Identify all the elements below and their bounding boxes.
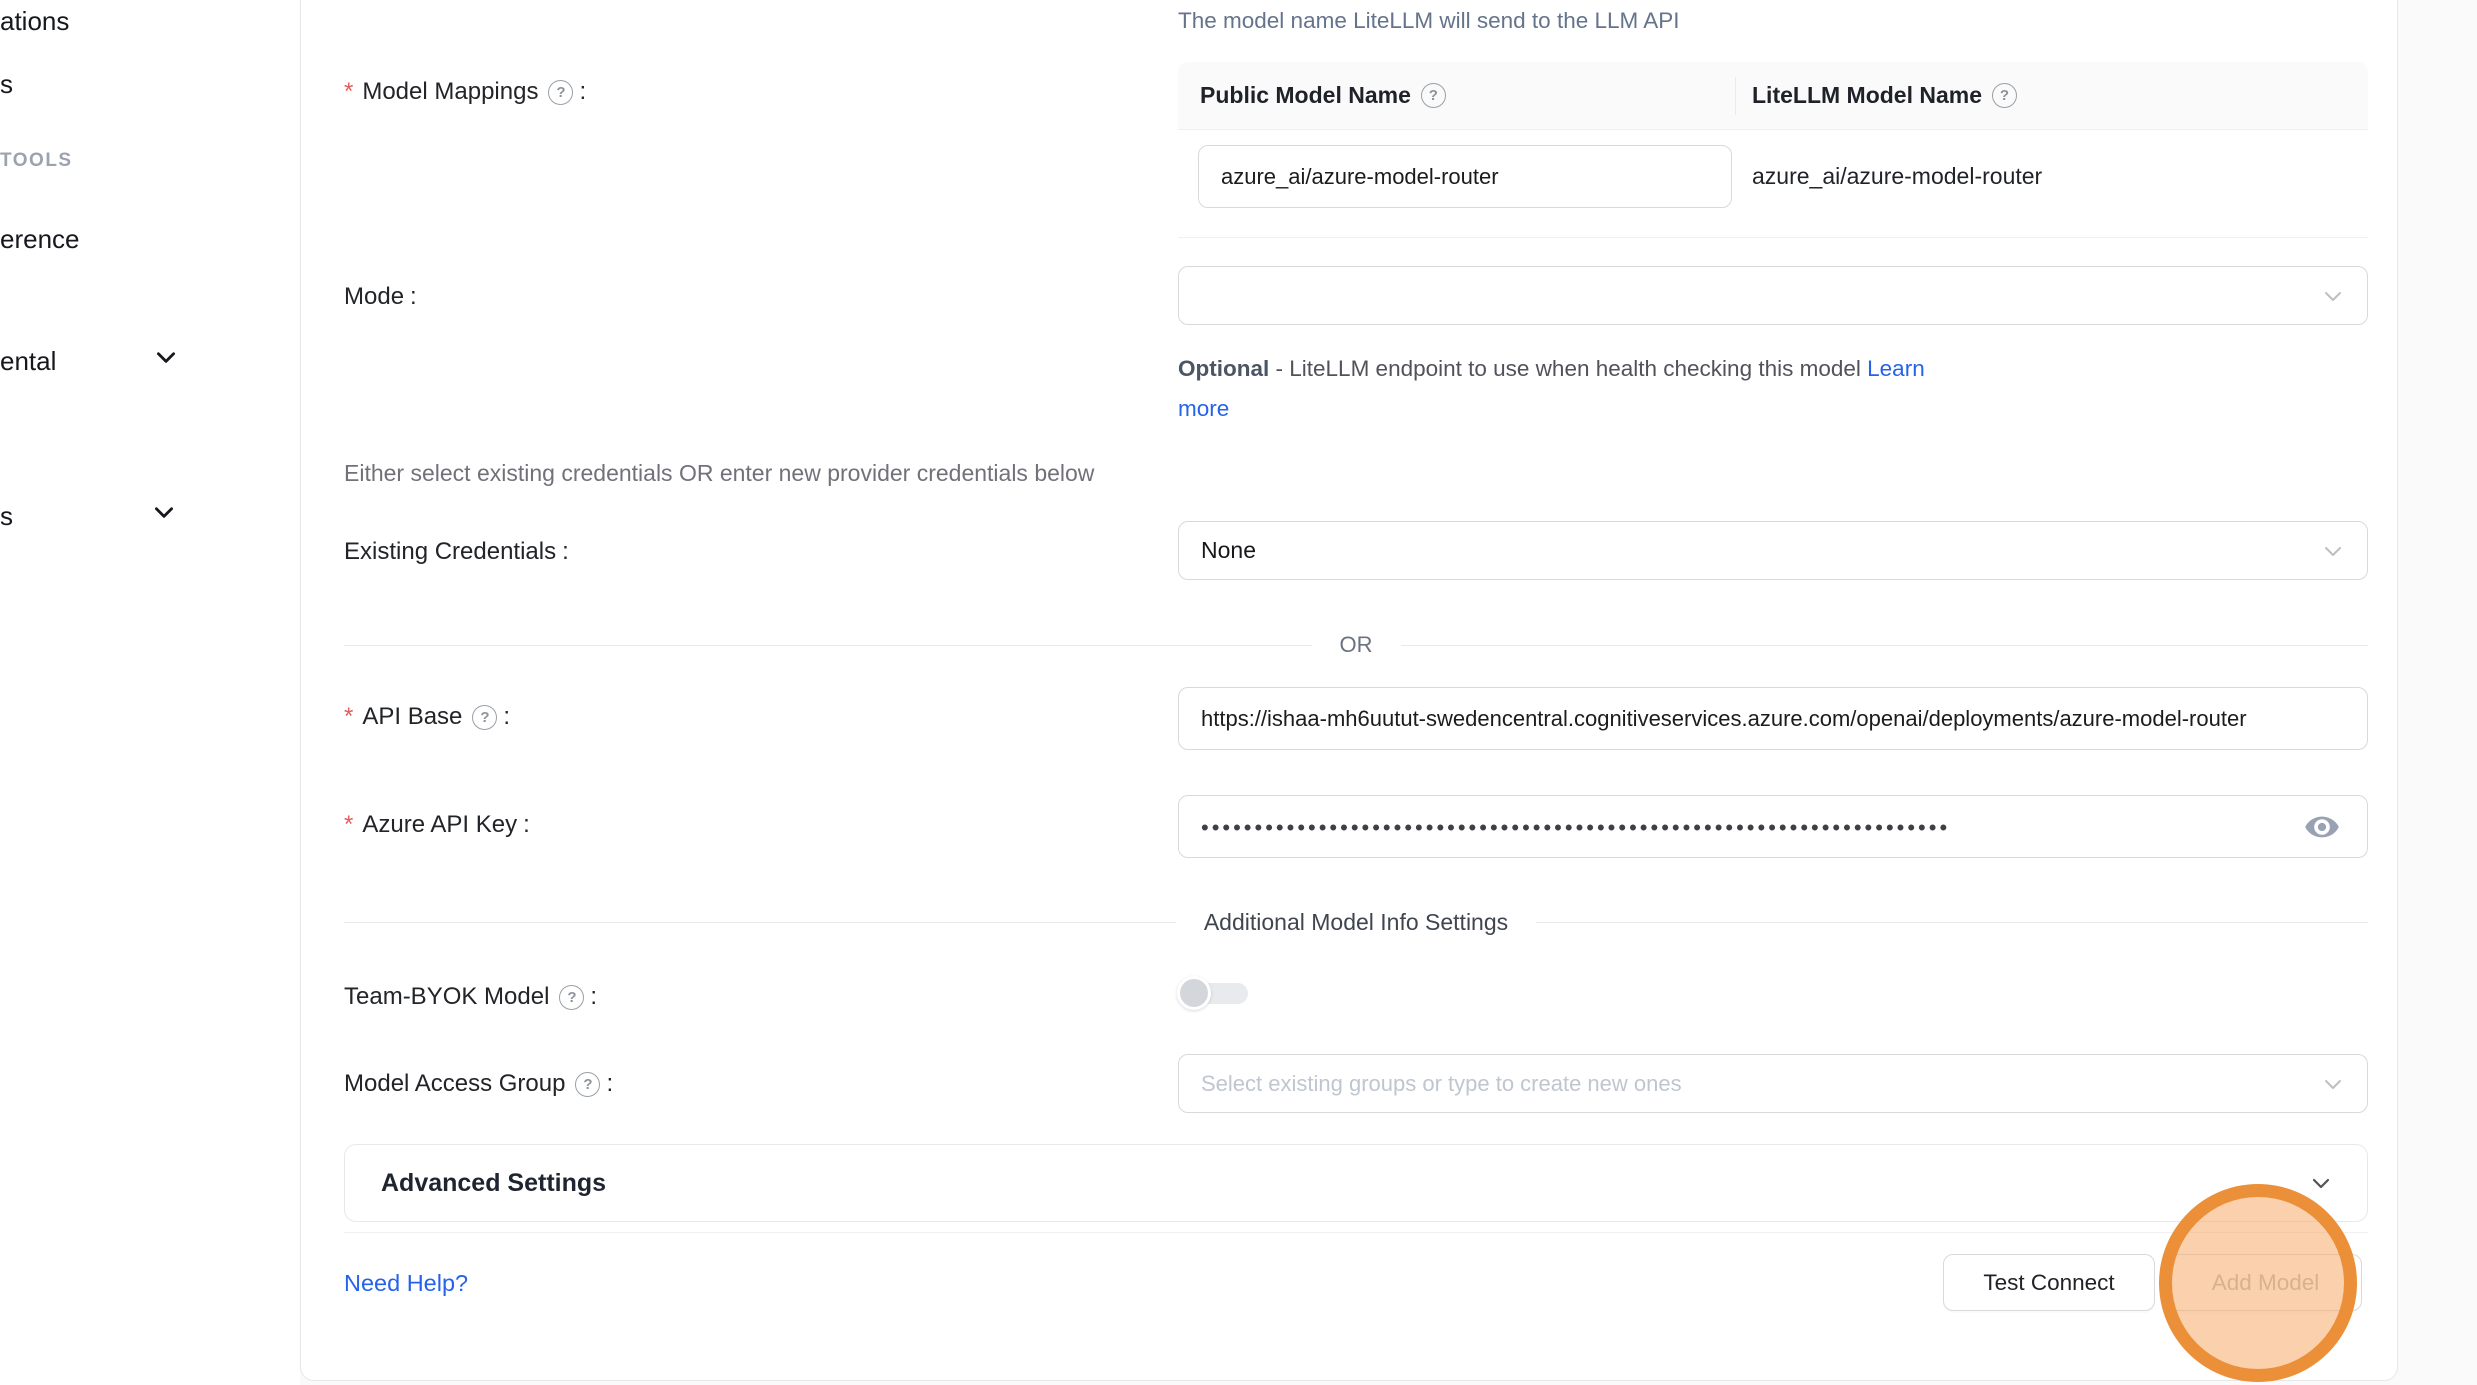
azure-api-key-label: * Azure API Key : [344,811,530,839]
team-byok-label: Team-BYOK Model ? : [344,983,597,1011]
masked-password-value: ••••••••••••••••••••••••••••••••••••••••… [1179,815,2259,839]
sidebar-item-label: s [0,501,13,532]
model-access-group-select[interactable]: Select existing groups or type to create… [1178,1054,2368,1113]
mode-helper-text: Optional - LiteLLM endpoint to use when … [1178,349,2398,429]
model-mappings-label: * Model Mappings ? : [344,78,586,106]
public-model-name-header: Public Model Name ? [1200,82,1446,109]
chevron-down-icon [2309,1171,2333,1195]
sidebar-item-label: ental [0,346,56,377]
mode-label: Mode : [344,283,417,311]
sidebar: ations s TOOLS erence ental s [0,0,300,1385]
public-model-name-input[interactable] [1199,146,1731,207]
mode-select[interactable] [1178,266,2368,325]
learn-more-link[interactable]: more [1178,396,1229,421]
litellm-model-name-value: azure_ai/azure-model-router [1752,163,2042,190]
header-divider [1735,77,1736,115]
section-divider [344,1232,2368,1233]
required-marker: * [344,78,353,106]
advanced-settings-panel[interactable]: Advanced Settings [344,1144,2368,1222]
help-icon[interactable]: ? [1421,83,1446,108]
learn-more-link[interactable]: Learn [1867,356,1925,381]
help-icon[interactable]: ? [575,1072,600,1097]
table-row-divider [1178,237,2368,238]
api-base-input-wrap [1178,687,2368,750]
toggle-thumb [1177,976,1211,1010]
chevron-down-icon [151,499,177,525]
model-name-note: The model name LiteLLM will send to the … [1178,8,1680,34]
api-base-input[interactable] [1179,688,2367,749]
chevron-down-icon [2321,539,2345,563]
sidebar-item-label: erence [0,224,80,255]
litellm-model-name-header: LiteLLM Model Name ? [1752,82,2017,109]
help-icon[interactable]: ? [1992,83,2017,108]
existing-credentials-label: Existing Credentials : [344,538,569,566]
credentials-note: Either select existing credentials OR en… [344,460,1094,487]
help-icon[interactable]: ? [559,985,584,1010]
need-help-link[interactable]: Need Help? [344,1270,468,1297]
or-divider: OR [344,631,2368,659]
model-access-group-label: Model Access Group ? : [344,1070,613,1098]
chevron-down-icon [2321,1072,2345,1096]
eye-icon[interactable] [2303,808,2341,846]
sidebar-item-api-reference[interactable]: erence [0,222,80,256]
sidebar-item[interactable]: s [0,67,13,101]
chevron-down-icon [2321,284,2345,308]
advanced-settings-title: Advanced Settings [381,1169,606,1198]
add-model-page: ations s TOOLS erence ental s The model … [0,0,2477,1385]
select-placeholder: Select existing groups or type to create… [1179,1071,1682,1097]
sidebar-item-label: ations [0,6,69,37]
model-mapping-table-header: Public Model Name ? LiteLLM Model Name ? [1178,62,2368,130]
help-icon[interactable]: ? [472,705,497,730]
test-connect-button[interactable]: Test Connect [1943,1254,2155,1311]
team-byok-toggle[interactable] [1177,976,1249,1012]
sidebar-item-label: s [0,69,13,100]
public-model-name-input-wrap [1198,145,1732,208]
sidebar-item-organizations[interactable]: ations [0,4,69,38]
sidebar-item-experimental[interactable]: ental [0,344,56,378]
help-icon[interactable]: ? [548,80,573,105]
required-marker: * [344,703,353,731]
required-marker: * [344,811,353,839]
additional-settings-divider: Additional Model Info Settings [344,907,2368,937]
api-base-label: * API Base ? : [344,703,510,731]
chevron-down-icon [153,344,179,370]
sidebar-item-settings[interactable]: s [0,499,13,533]
sidebar-section-tools: TOOLS [0,150,73,172]
azure-api-key-input[interactable]: ••••••••••••••••••••••••••••••••••••••••… [1178,795,2368,858]
existing-credentials-select[interactable]: None [1178,521,2368,580]
add-model-button[interactable]: Add Model [2169,1254,2362,1311]
